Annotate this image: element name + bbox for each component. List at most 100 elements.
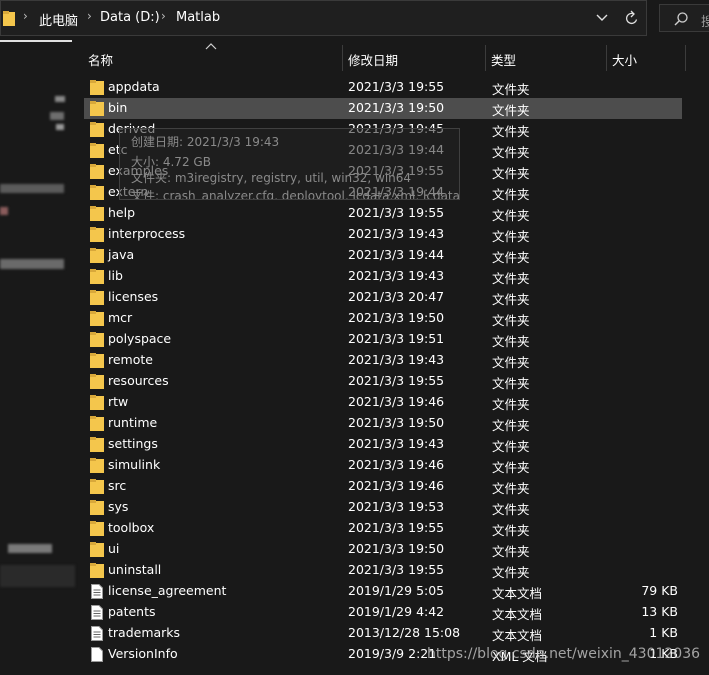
folder-row[interactable]: polyspace 2021/3/3 19:51 文件夹: [84, 329, 682, 350]
file-name: interprocess: [108, 226, 186, 241]
folder-icon: [90, 500, 104, 515]
folder-row[interactable]: java 2021/3/3 19:44 文件夹: [84, 245, 682, 266]
file-name: rtw: [108, 394, 129, 409]
folder-row[interactable]: simulink 2021/3/3 19:46 文件夹: [84, 455, 682, 476]
folder-row[interactable]: interprocess 2021/3/3 19:43 文件夹: [84, 224, 682, 245]
folder-icon: [90, 563, 104, 578]
file-size: 13 KB: [641, 604, 678, 619]
refresh-icon[interactable]: [625, 10, 639, 26]
folder-icon: [90, 479, 104, 494]
breadcrumb-matlab[interactable]: Matlab: [176, 10, 220, 25]
column-divider[interactable]: [606, 45, 607, 71]
modified-date: 2021/3/3 19:43: [348, 436, 445, 451]
file-name: settings: [108, 436, 158, 451]
file-name: simulink: [108, 457, 161, 472]
folder-row[interactable]: sys 2021/3/3 19:53 文件夹: [84, 497, 682, 518]
modified-date: 2021/3/3 19:50: [348, 415, 445, 430]
file-name: appdata: [108, 79, 160, 94]
modified-date: 2021/3/3 19:50: [348, 100, 445, 115]
folder-row[interactable]: remote 2021/3/3 19:43 文件夹: [84, 350, 682, 371]
file-name: uninstall: [108, 562, 162, 577]
column-divider[interactable]: [485, 45, 486, 71]
file-type: 文件夹: [492, 292, 530, 307]
folder-row[interactable]: lib 2021/3/3 19:43 文件夹: [84, 266, 682, 287]
text-file-icon: [91, 605, 103, 620]
breadcrumb-this-pc[interactable]: 此电脑: [39, 10, 78, 29]
address-bar[interactable]: › 此电脑 › Data (D:) › Matlab: [0, 0, 647, 36]
chevron-right-icon[interactable]: ›: [161, 9, 166, 23]
folder-row[interactable]: rtw 2021/3/3 19:46 文件夹: [84, 392, 682, 413]
chevron-right-icon[interactable]: ›: [87, 9, 92, 23]
file-type: 文件夹: [492, 250, 530, 265]
folder-row[interactable]: resources 2021/3/3 19:55 文件夹: [84, 371, 682, 392]
file-row[interactable]: trademarks 2013/12/28 15:08 文本文档 1 KB: [84, 623, 682, 644]
file-name: VersionInfo: [108, 646, 178, 661]
folder-icon: [90, 101, 104, 116]
modified-date: 2021/3/3 19:53: [348, 499, 445, 514]
folder-icon: [90, 143, 104, 158]
divider: [0, 40, 72, 42]
tooltip-created: 创建日期: 2021/3/3 19:43: [131, 135, 280, 149]
folder-icon: [90, 437, 104, 452]
folder-icon: [90, 206, 104, 221]
folder-row[interactable]: licenses 2021/3/3 20:47 文件夹: [84, 287, 682, 308]
file-type: 文本文档: [492, 586, 543, 601]
folder-row[interactable]: bin 2021/3/3 19:50 文件夹: [84, 98, 682, 119]
file-type: 文件夹: [492, 313, 530, 328]
file-name: runtime: [108, 415, 158, 430]
tooltip-folders: 文件夹: m3iregistry, registry, util, win32,…: [131, 171, 412, 185]
folder-icon: [90, 521, 104, 536]
tooltip-files: 文件: crash_analyzer.cfg, deploytool, lcda…: [131, 189, 460, 200]
folder-icon: [90, 80, 104, 95]
file-type: 文件夹: [492, 229, 530, 244]
navigation-pane[interactable]: [0, 44, 75, 675]
folder-icon: [90, 542, 104, 557]
folder-info-tooltip: 创建日期: 2021/3/3 19:43 大小: 4.72 GB 文件夹: m3…: [119, 128, 460, 200]
folder-row[interactable]: help 2021/3/3 19:55 文件夹: [84, 203, 682, 224]
file-row[interactable]: license_agreement 2019/1/29 5:05 文本文档 79 KB: [84, 581, 682, 602]
file-type: 文本文档: [492, 628, 543, 643]
breadcrumb-data-drive[interactable]: Data (D:): [100, 10, 160, 25]
column-header-size[interactable]: 大小: [612, 45, 682, 71]
file-type: 文件夹: [492, 418, 530, 433]
file-type: 文件夹: [492, 103, 530, 118]
search-box[interactable]: 搜: [659, 4, 709, 32]
file-type: 文件夹: [492, 82, 530, 97]
modified-date: 2021/3/3 19:43: [348, 226, 445, 241]
folder-row[interactable]: settings 2021/3/3 19:43 文件夹: [84, 434, 682, 455]
folder-row[interactable]: src 2021/3/3 19:46 文件夹: [84, 476, 682, 497]
folder-icon: [90, 290, 104, 305]
column-divider[interactable]: [685, 45, 686, 71]
folder-row[interactable]: appdata 2021/3/3 19:55 文件夹: [84, 77, 682, 98]
modified-date: 2021/3/3 19:50: [348, 310, 445, 325]
folder-row[interactable]: uninstall 2021/3/3 19:55 文件夹: [84, 560, 682, 581]
folder-row[interactable]: mcr 2021/3/3 19:50 文件夹: [84, 308, 682, 329]
chevron-down-icon[interactable]: [595, 10, 609, 24]
search-placeholder: 搜: [701, 15, 709, 30]
folder-icon: [90, 164, 104, 179]
column-header-name[interactable]: 名称: [88, 45, 338, 71]
file-name: license_agreement: [108, 583, 227, 598]
file-name: toolbox: [108, 520, 155, 535]
file-name: resources: [108, 373, 169, 388]
file-type: 文件夹: [492, 502, 530, 517]
chevron-right-icon[interactable]: ›: [23, 9, 28, 23]
file-row[interactable]: patents 2019/1/29 4:42 文本文档 13 KB: [84, 602, 682, 623]
text-file-icon: [91, 626, 103, 641]
folder-icon: [90, 248, 104, 263]
folder-icon: [90, 311, 104, 326]
column-divider[interactable]: [342, 45, 343, 71]
folder-row[interactable]: toolbox 2021/3/3 19:55 文件夹: [84, 518, 682, 539]
file-type: 文件夹: [492, 355, 530, 370]
search-icon: [674, 12, 688, 26]
folder-row[interactable]: runtime 2021/3/3 19:50 文件夹: [84, 413, 682, 434]
column-header-type[interactable]: 类型: [491, 45, 603, 71]
file-type: 文件夹: [492, 208, 530, 223]
file-name: bin: [108, 100, 128, 115]
folder-icon: [3, 11, 15, 26]
folder-row[interactable]: ui 2021/3/3 19:50 文件夹: [84, 539, 682, 560]
folder-icon: [90, 269, 104, 284]
modified-date: 2021/3/3 19:55: [348, 373, 445, 388]
column-header-modified[interactable]: 修改日期: [348, 45, 482, 71]
modified-date: 2021/3/3 19:43: [348, 352, 445, 367]
